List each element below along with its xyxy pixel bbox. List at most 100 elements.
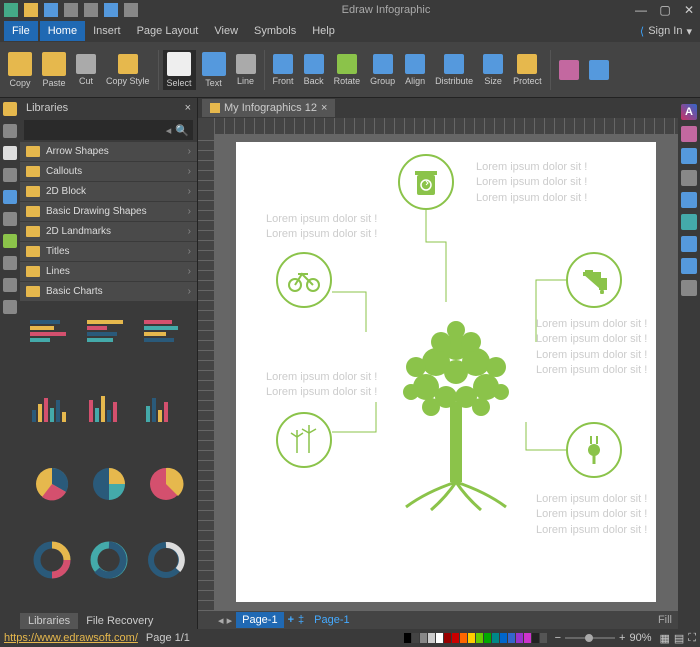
protect-button[interactable]: Protect: [509, 52, 546, 88]
donut-thumb[interactable]: [83, 537, 134, 583]
document-tab[interactable]: My Infographics 12 ×: [202, 99, 335, 117]
close-panel-icon[interactable]: ×: [185, 102, 191, 114]
qat-export-icon[interactable]: [124, 3, 138, 17]
cat-icon[interactable]: [3, 146, 17, 160]
front-button[interactable]: Front: [269, 52, 298, 88]
qat-redo-icon[interactable]: [84, 3, 98, 17]
line-button[interactable]: Line: [232, 52, 260, 88]
tab-help[interactable]: Help: [304, 21, 343, 41]
minimize-button[interactable]: —: [634, 3, 648, 17]
color-swatch[interactable]: [508, 633, 515, 643]
pie-thumb[interactable]: [26, 461, 77, 507]
recycle-node[interactable]: [398, 154, 454, 210]
color-swatch[interactable]: [436, 633, 443, 643]
back-button[interactable]: Back: [300, 52, 328, 88]
size-button[interactable]: Size: [479, 52, 507, 88]
plug-node[interactable]: [566, 422, 622, 478]
cat-icon[interactable]: [3, 190, 17, 204]
file-menu[interactable]: File: [4, 21, 38, 41]
select-button[interactable]: Select: [163, 50, 196, 90]
qat-undo-icon[interactable]: [64, 3, 78, 17]
rotate-button[interactable]: Rotate: [330, 52, 365, 88]
tab-view[interactable]: View: [206, 21, 246, 41]
pie-thumb[interactable]: [83, 461, 134, 507]
zoom-in-button[interactable]: +: [619, 632, 625, 644]
text-block[interactable]: Lorem ipsum dolor sit !Lorem ipsum dolor…: [536, 317, 647, 379]
color-swatch[interactable]: [476, 633, 483, 643]
library-item[interactable]: Lines›: [20, 262, 197, 282]
color-swatch[interactable]: [516, 633, 523, 643]
view-icon[interactable]: ▤: [674, 632, 684, 645]
color-swatch[interactable]: [428, 633, 435, 643]
tab-file-recovery[interactable]: File Recovery: [78, 613, 161, 629]
text-block[interactable]: Lorem ipsum dolor sit !Lorem ipsum dolor…: [266, 212, 377, 243]
add-page-button[interactable]: +: [288, 614, 294, 626]
library-search[interactable]: ◂ 🔍: [24, 120, 193, 140]
page-tab-1b[interactable]: Page-1: [308, 612, 355, 628]
bike-node[interactable]: [276, 252, 332, 308]
align-button[interactable]: Align: [401, 52, 429, 88]
tool-icon[interactable]: [681, 170, 697, 186]
tool-icon[interactable]: [681, 236, 697, 252]
tool-icon[interactable]: [681, 126, 697, 142]
paste-button[interactable]: Paste: [38, 50, 70, 90]
cat-icon[interactable]: [3, 102, 17, 116]
color-swatch[interactable]: [460, 633, 467, 643]
color-swatch[interactable]: [500, 633, 507, 643]
qat-icon[interactable]: [4, 3, 18, 17]
color-swatch[interactable]: [532, 633, 539, 643]
color-swatch[interactable]: [444, 633, 451, 643]
view-icon[interactable]: ⛶: [688, 632, 696, 645]
close-button[interactable]: ✕: [682, 3, 696, 17]
windmill-node[interactable]: [276, 412, 332, 468]
cat-icon[interactable]: [3, 256, 17, 270]
library-item[interactable]: Callouts›: [20, 162, 197, 182]
color-swatch[interactable]: [492, 633, 499, 643]
color-swatch[interactable]: [420, 633, 427, 643]
zoom-slider[interactable]: [565, 637, 615, 639]
color-swatch[interactable]: [404, 633, 411, 643]
color-swatch[interactable]: [452, 633, 459, 643]
pie-thumb[interactable]: [140, 461, 191, 507]
color-swatch[interactable]: [412, 633, 419, 643]
copy-style-button[interactable]: Copy Style: [102, 52, 154, 88]
tool-icon[interactable]: [681, 214, 697, 230]
donut-thumb[interactable]: [26, 537, 77, 583]
qat-save-icon[interactable]: [44, 3, 58, 17]
distribute-button[interactable]: Distribute: [431, 52, 477, 88]
library-item[interactable]: Titles›: [20, 242, 197, 262]
chart-thumb[interactable]: [26, 308, 77, 354]
cat-icon[interactable]: [3, 234, 17, 248]
page-tab-1[interactable]: Page-1: [236, 612, 283, 628]
qat-print-icon[interactable]: [104, 3, 118, 17]
text-block[interactable]: Lorem ipsum dolor sit !Lorem ipsum dolor…: [536, 492, 647, 538]
cat-icon[interactable]: [3, 300, 17, 314]
faucet-node[interactable]: [566, 252, 622, 308]
tab-insert[interactable]: Insert: [85, 21, 129, 41]
tool-icon[interactable]: [681, 148, 697, 164]
zoom-out-button[interactable]: −: [555, 632, 561, 644]
extra-button-2[interactable]: [585, 58, 613, 82]
copy-button[interactable]: Copy: [4, 50, 36, 90]
color-swatch[interactable]: [524, 633, 531, 643]
color-swatch[interactable]: [468, 633, 475, 643]
chart-thumb[interactable]: [83, 308, 134, 354]
group-button[interactable]: Group: [366, 52, 399, 88]
library-item[interactable]: Arrow Shapes›: [20, 142, 197, 162]
library-item[interactable]: 2D Block›: [20, 182, 197, 202]
tool-icon[interactable]: [681, 280, 697, 296]
cut-button[interactable]: Cut: [72, 52, 100, 88]
library-item[interactable]: Basic Drawing Shapes›: [20, 202, 197, 222]
tree-graphic[interactable]: [376, 292, 536, 512]
tab-symbols[interactable]: Symbols: [246, 21, 304, 41]
text-button[interactable]: Text: [198, 50, 230, 90]
donut-thumb[interactable]: [140, 537, 191, 583]
tab-libraries[interactable]: Libraries: [20, 613, 78, 629]
font-tool-icon[interactable]: A: [681, 104, 697, 120]
website-link[interactable]: https://www.edrawsoft.com/: [4, 632, 138, 644]
cat-icon[interactable]: [3, 124, 17, 138]
sign-in-link[interactable]: ⟨ Sign In ▾: [640, 25, 700, 38]
color-swatch[interactable]: [540, 633, 547, 643]
close-tab-icon[interactable]: ×: [321, 102, 327, 114]
chart-thumb[interactable]: [140, 384, 191, 430]
